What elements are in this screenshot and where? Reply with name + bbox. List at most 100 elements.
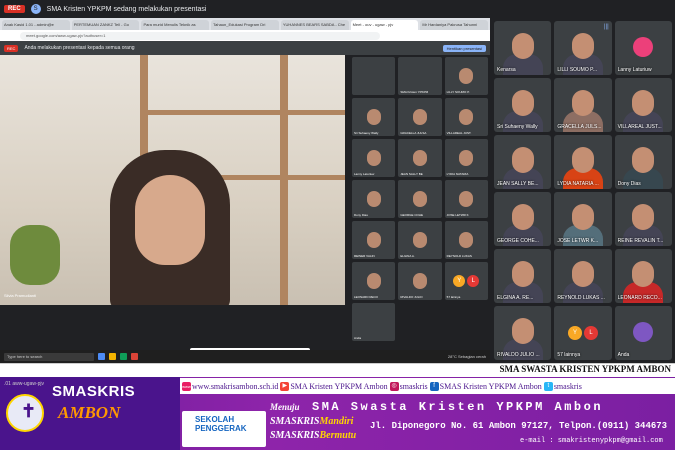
more-participants-tile[interactable]: Y L 57 lainnya [554, 306, 612, 360]
participant-name: RIVALDO JULIO ... [497, 352, 540, 358]
participant-name: REYNOLD LUKAS ... [557, 295, 605, 301]
taskbar-app-icon[interactable] [98, 353, 105, 360]
url-field[interactable]: meet.google.com/aww-ugaw-pjv?authuser=1 [20, 31, 380, 40]
taskbar-app-icon[interactable] [120, 353, 127, 360]
participant-tile[interactable]: VILLAREAL JUST. [444, 98, 488, 136]
participant-name: Sri Suhaeny Wally [354, 131, 379, 135]
participant-face [366, 191, 381, 208]
browser-tab-active[interactable]: Meet - ouv - ugaw - pjv [350, 20, 419, 30]
participant-tile[interactable]: JEAN SALLY BE... [494, 135, 552, 189]
participant-face [571, 203, 594, 230]
participant-name: SMA Kristen YPKPM [400, 90, 429, 94]
instagram-link[interactable]: ◎ smaskris [389, 381, 428, 391]
participant-tile[interactable]: VILLAREAL JUST... [614, 78, 672, 132]
participant-tile[interactable]: ||| LILLI SOUMO P... [554, 21, 612, 75]
participant-tile[interactable]: REYNOLD LUKAS [444, 221, 488, 259]
participant-tile[interactable]: LILLY SOUMO P. [444, 57, 488, 95]
browser-tab[interactable]: Tahaun_Edukasi Program Dri [211, 20, 279, 30]
self-avatar [633, 322, 654, 343]
youtube-link[interactable]: ▶ SMA Kristen YPKPM Ambon [280, 381, 388, 391]
participant-name: Anda [354, 336, 362, 340]
participant-face [511, 317, 534, 344]
participant-tile[interactable]: RIVALDO JULIO [398, 262, 442, 300]
participant-tile[interactable]: JOSE LETWR K... [554, 192, 612, 246]
twitter-link[interactable]: t smaskris [543, 381, 582, 391]
self-tile[interactable]: Anda [352, 303, 396, 341]
participant-tile[interactable]: GRACELLA JULSA [398, 98, 442, 136]
participant-tile[interactable]: JEAN SALLY BE [398, 139, 442, 177]
link-text: smaskris [553, 381, 582, 391]
participant-tile[interactable]: LEONARD RECO [352, 262, 396, 300]
participant-tile[interactable]: SMA Kristen YPKPM [398, 57, 442, 95]
participant-grid: Kenarsa ||| LILLI SOUMO P... Lanny Laturi… [491, 18, 675, 363]
browser-tab[interactable]: Mr Hardaniya Pakrusa Tahunni [420, 20, 489, 30]
browser-tab[interactable]: Anak Kasid 1.01 - admin@e [2, 20, 70, 30]
participant-tile[interactable]: Lanny Laturiuw [352, 139, 396, 177]
taskbar-app-icon[interactable] [131, 353, 138, 360]
participant-tile[interactable]: JOSE LETWR K [444, 180, 488, 218]
presentation-status-text: SMA Kristen YPKPM sedang melakukan prese… [46, 5, 207, 13]
participant-tile[interactable]: GRACELLA JULS... [554, 78, 612, 132]
participant-tile[interactable]: LEONARD RECO... [614, 249, 672, 303]
participant-tile[interactable]: Sri Suhaeny Wally [494, 78, 552, 132]
participant-tile[interactable]: GEORGE COHE [398, 180, 442, 218]
participant-name: REINER VALIN [354, 254, 375, 258]
banner-top-text: SMA SWASTA KRISTEN YPKPM AMBON [499, 364, 671, 374]
participant-tile[interactable]: ELGINA A. [398, 221, 442, 259]
more-participants-tile[interactable]: Y L 57 lainnya [444, 262, 488, 300]
participant-tile[interactable]: REINE REVALIN T... [614, 192, 672, 246]
participant-tile[interactable]: Lanny Laturiuw [614, 21, 672, 75]
stop-presenting-button[interactable]: Hentikan presentasi [442, 44, 486, 52]
browser-tab[interactable]: Para murid Menulis Teknik as [141, 20, 210, 30]
presenting-note: Anda melakukan presentasi kepada semua o… [24, 45, 135, 51]
participant-tile[interactable]: Dony Dias [352, 180, 396, 218]
participant-face [571, 146, 594, 173]
taskbar-search-input[interactable]: Type here to search [4, 352, 94, 361]
participant-face [412, 150, 427, 167]
participant-name: JEAN SALLY BE [400, 172, 423, 176]
participant-name: LILLY SOUMO P. [446, 90, 470, 94]
participant-initial-y: Y [453, 275, 466, 287]
participant-face [412, 191, 427, 208]
taskbar-app-icon[interactable] [109, 353, 116, 360]
participant-initial-l: L [583, 326, 598, 340]
participant-tile[interactable]: LYDIA NATARIA [444, 139, 488, 177]
school-name: SMA Swasta Kristen YPKPM Ambon [312, 400, 604, 414]
participant-face [571, 32, 594, 59]
participant-name: Lanny Laturiuw [617, 67, 652, 73]
participant-tile[interactable]: RIVALDO JULIO ... [494, 306, 552, 360]
participant-tile[interactable]: Dony Dias [614, 135, 672, 189]
website-link[interactable]: www www.smakrisambon.sch.id [182, 381, 278, 391]
participant-name: LYDIA NATARIA ... [557, 181, 599, 187]
browser-tab[interactable]: PERTEMUAN ZANKZ Tell - Go [71, 20, 140, 30]
participant-initial-y: Y [567, 326, 582, 340]
participant-tile[interactable]: REINER VALIN [352, 221, 396, 259]
participant-name: JOSE LETWR K... [557, 238, 599, 244]
participant-tile[interactable]: REYNOLD LUKAS ... [554, 249, 612, 303]
address-bar: meet.google.com/aww-ugaw-pjv?authuser=1 [0, 30, 490, 41]
penggerak-line-1: SEKOLAH [195, 415, 235, 424]
inner-call-area: Silvia Pramudianti SMA Kristen YPKPM LIL… [0, 55, 490, 358]
participant-tile[interactable]: LYDIA NATARIA ... [554, 135, 612, 189]
self-tile[interactable]: Anda [614, 306, 672, 360]
participant-face [459, 68, 474, 85]
browser-tab[interactable]: YUHANNES BEARS SABDA - Che [280, 20, 349, 30]
sekolah-penggerak-text: SEKOLAH PENGGERAK [195, 415, 247, 433]
inner-recording-badge: REC [4, 44, 19, 52]
participant-face [571, 260, 594, 287]
participant-tile[interactable]: Kenarsa [494, 21, 552, 75]
participant-name: 57 lainnya [446, 295, 461, 299]
participant-tile[interactable]: ELGINA A. RE... [494, 249, 552, 303]
speaking-indicator-icon: ||| [603, 24, 609, 30]
participant-face [632, 260, 655, 287]
participant-name: REINE REVALIN T... [617, 238, 664, 244]
participant-tile[interactable]: Sri Suhaeny Wally [352, 98, 396, 136]
presenter-avatar-icon: S [30, 4, 41, 14]
facebook-link[interactable]: f SMAS Kristen YPKPM Ambon [429, 381, 542, 391]
participant-name: REYNOLD LUKAS [446, 254, 472, 258]
shelf-post [280, 55, 288, 305]
taskbar-weather: 28°C Sebagian cerah [447, 354, 486, 359]
participant-tile[interactable] [352, 57, 396, 95]
link-text: SMAS Kristen YPKPM Ambon [439, 381, 542, 391]
participant-tile[interactable]: GEORGE COHE... [494, 192, 552, 246]
